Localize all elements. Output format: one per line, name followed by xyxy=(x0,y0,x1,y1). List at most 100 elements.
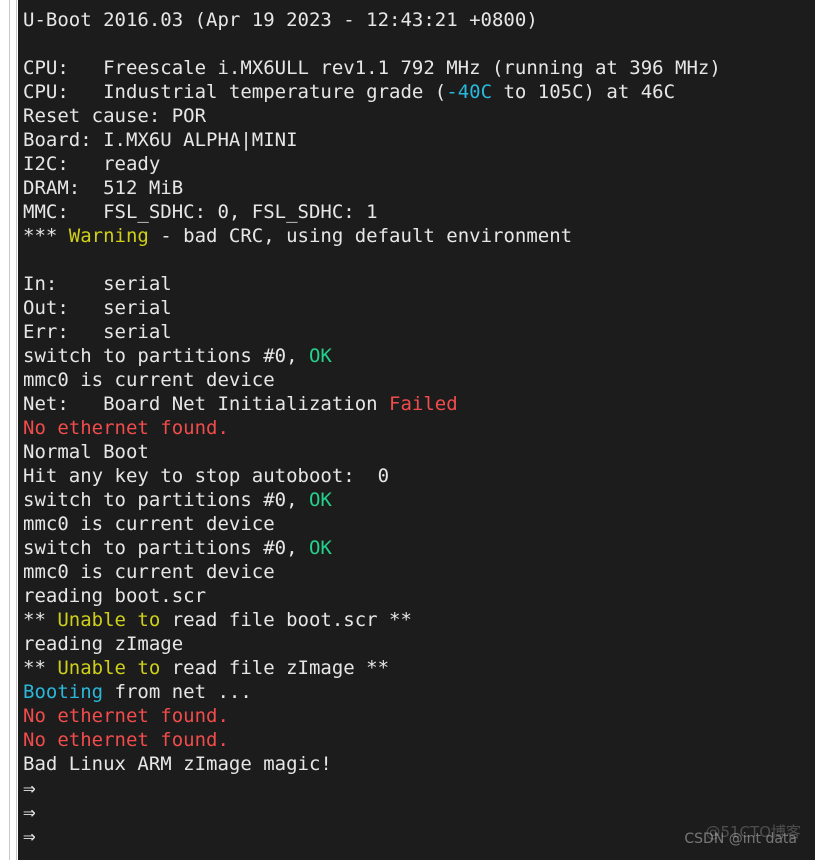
terminal-text-segment: MMC: FSL_SDHC: 0, FSL_SDHC: 1 xyxy=(23,201,378,223)
editor-gutter: 0 0 0 0 0 0 0 0 0 0 0 0 0 0 0 0 xyxy=(0,0,18,860)
terminal-line: reading zImage xyxy=(23,632,813,656)
terminal-line: *** Warning - bad CRC, using default env… xyxy=(23,224,813,248)
terminal-text-segment: Net: Board Net Initialization xyxy=(23,393,390,415)
terminal-line: mmc0 is current device xyxy=(23,560,813,584)
gutter-line-number: 0 xyxy=(0,226,5,238)
terminal-text-segment: switch to partitions #0, xyxy=(23,537,309,559)
terminal-text-segment: reading zImage xyxy=(23,633,184,655)
terminal-text-segment: read file boot.scr ** xyxy=(160,609,412,631)
gutter-line-number: 0 xyxy=(0,274,5,286)
gutter-line-number: 0 xyxy=(0,178,5,190)
terminal-text-segment: -40C xyxy=(446,81,493,103)
terminal-text-segment: mmc0 is current device xyxy=(23,369,275,391)
terminal-text-segment: mmc0 is current device xyxy=(23,561,275,583)
terminal-line: mmc0 is current device xyxy=(23,512,813,536)
terminal-text-segment: Bad Linux ARM zImage magic! xyxy=(23,753,332,775)
terminal-text-segment: Booting xyxy=(23,681,104,703)
terminal-text-segment: *** xyxy=(23,225,69,247)
terminal-text-segment: Reset cause: POR xyxy=(23,105,207,127)
terminal-line: switch to partitions #0, OK xyxy=(23,536,813,560)
terminal-line: reading boot.scr xyxy=(23,584,813,608)
terminal-prompt-line[interactable]: ⇒ xyxy=(23,776,813,800)
gutter-line-number: 0 xyxy=(0,82,5,94)
gutter-line-number: 0 xyxy=(0,202,5,214)
terminal-text-segment: Out: serial xyxy=(23,297,172,319)
terminal-text-segment: ** xyxy=(23,609,58,631)
terminal-text-segment: In: serial xyxy=(23,273,172,295)
terminal-text-segment: No ethernet found. xyxy=(23,705,229,727)
terminal-line: Reset cause: POR xyxy=(23,104,813,128)
gutter-line-number: 0 xyxy=(0,154,5,166)
terminal-text-segment: I2C: ready xyxy=(23,153,161,175)
terminal-line: I2C: ready xyxy=(23,152,813,176)
gutter-line-number: 0 xyxy=(0,346,5,358)
gutter-line-number: 0 xyxy=(0,58,5,70)
terminal-line: Err: serial xyxy=(23,320,813,344)
terminal-text-segment: to 105C) at 46C xyxy=(492,81,676,103)
gutter-divider-left xyxy=(9,0,10,860)
terminal-line: Net: Board Net Initialization Failed xyxy=(23,392,813,416)
terminal-line: Board: I.MX6U ALPHA|MINI xyxy=(23,128,813,152)
terminal-text-segment: ** xyxy=(23,657,58,679)
terminal-text-segment: read file zImage ** xyxy=(160,657,390,679)
terminal-text-segment: U-Boot 2016.03 (Apr 19 2023 - 12:43:21 +… xyxy=(23,9,538,31)
gutter-line-number: 0 xyxy=(0,418,5,430)
terminal-line: No ethernet found. xyxy=(23,416,813,440)
terminal-prompt-line[interactable]: ⇒ xyxy=(23,800,813,824)
gutter-line-number: 0 xyxy=(0,394,5,406)
terminal-text-segment: No ethernet found. xyxy=(23,729,229,751)
terminal-line: mmc0 is current device xyxy=(23,368,813,392)
terminal-line: CPU: Freescale i.MX6ULL rev1.1 792 MHz (… xyxy=(23,56,813,80)
terminal-text-segment: ⇒ xyxy=(23,776,49,800)
gutter-divider-right xyxy=(16,0,17,860)
terminal-text-segment: CPU: Freescale i.MX6ULL rev1.1 792 MHz (… xyxy=(23,57,721,79)
terminal-text-segment: No ethernet found. xyxy=(23,417,229,439)
terminal-line: U-Boot 2016.03 (Apr 19 2023 - 12:43:21 +… xyxy=(23,8,813,32)
terminal-text-segment: CPU: Industrial temperature grade ( xyxy=(23,81,447,103)
terminal-line: DRAM: 512 MiB xyxy=(23,176,813,200)
terminal-line: Out: serial xyxy=(23,296,813,320)
terminal-text-segment: Warning xyxy=(68,225,149,247)
terminal-line: Bad Linux ARM zImage magic! xyxy=(23,752,813,776)
terminal-line: ** Unable to read file zImage ** xyxy=(23,656,813,680)
terminal-text-segment: from net ... xyxy=(103,681,252,703)
terminal-text-segment: ⇒ xyxy=(23,800,49,824)
terminal-line: ** Unable to read file boot.scr ** xyxy=(23,608,813,632)
terminal-line: Hit any key to stop autoboot: 0 xyxy=(23,464,813,488)
terminal-text-segment: OK xyxy=(308,489,332,511)
terminal-text-segment: Unable to xyxy=(57,657,161,679)
terminal-text-segment: switch to partitions #0, xyxy=(23,345,309,367)
terminal-text-segment: Board: I.MX6U ALPHA|MINI xyxy=(23,129,298,151)
terminal-text-segment: mmc0 is current device xyxy=(23,513,275,535)
gutter-line-number: 0 xyxy=(0,298,5,310)
terminal-line: No ethernet found. xyxy=(23,704,813,728)
terminal-text-segment: Failed xyxy=(389,393,458,415)
terminal-line: No ethernet found. xyxy=(23,728,813,752)
gutter-line-number: 0 xyxy=(0,250,5,262)
terminal-text-segment: DRAM: 512 MiB xyxy=(23,177,184,199)
terminal-text-segment: ⇒ xyxy=(23,824,49,848)
terminal-line: In: serial xyxy=(23,272,813,296)
terminal-line: switch to partitions #0, OK xyxy=(23,488,813,512)
terminal-line: Normal Boot xyxy=(23,440,813,464)
screenshot-root: 0 0 0 0 0 0 0 0 0 0 0 0 0 0 0 0 U-Boot 2016.03 (Apr 19 … xyxy=(0,0,815,860)
terminal-text-segment: reading boot.scr xyxy=(23,585,207,607)
terminal-output-pane[interactable]: U-Boot 2016.03 (Apr 19 2023 - 12:43:21 +… xyxy=(18,0,815,860)
terminal-text-segment: Normal Boot xyxy=(23,441,149,463)
terminal-text-segment: - bad CRC, using default environment xyxy=(148,225,573,247)
terminal-text-segment: OK xyxy=(308,345,332,367)
gutter-line-number: 0 xyxy=(0,106,5,118)
gutter-line-number: 0 xyxy=(0,322,5,334)
terminal-line: Booting from net ... xyxy=(23,680,813,704)
terminal-line: MMC: FSL_SDHC: 0, FSL_SDHC: 1 xyxy=(23,200,813,224)
terminal-line-list: U-Boot 2016.03 (Apr 19 2023 - 12:43:21 +… xyxy=(23,8,813,848)
terminal-text-segment: switch to partitions #0, xyxy=(23,489,309,511)
terminal-prompt-line[interactable]: ⇒ xyxy=(23,824,813,848)
terminal-text-segment: Unable to xyxy=(57,609,161,631)
terminal-text-segment: Err: serial xyxy=(23,321,172,343)
gutter-line-number: 0 xyxy=(0,130,5,142)
terminal-line: CPU: Industrial temperature grade (-40C … xyxy=(23,80,813,104)
terminal-text-segment: OK xyxy=(308,537,332,559)
